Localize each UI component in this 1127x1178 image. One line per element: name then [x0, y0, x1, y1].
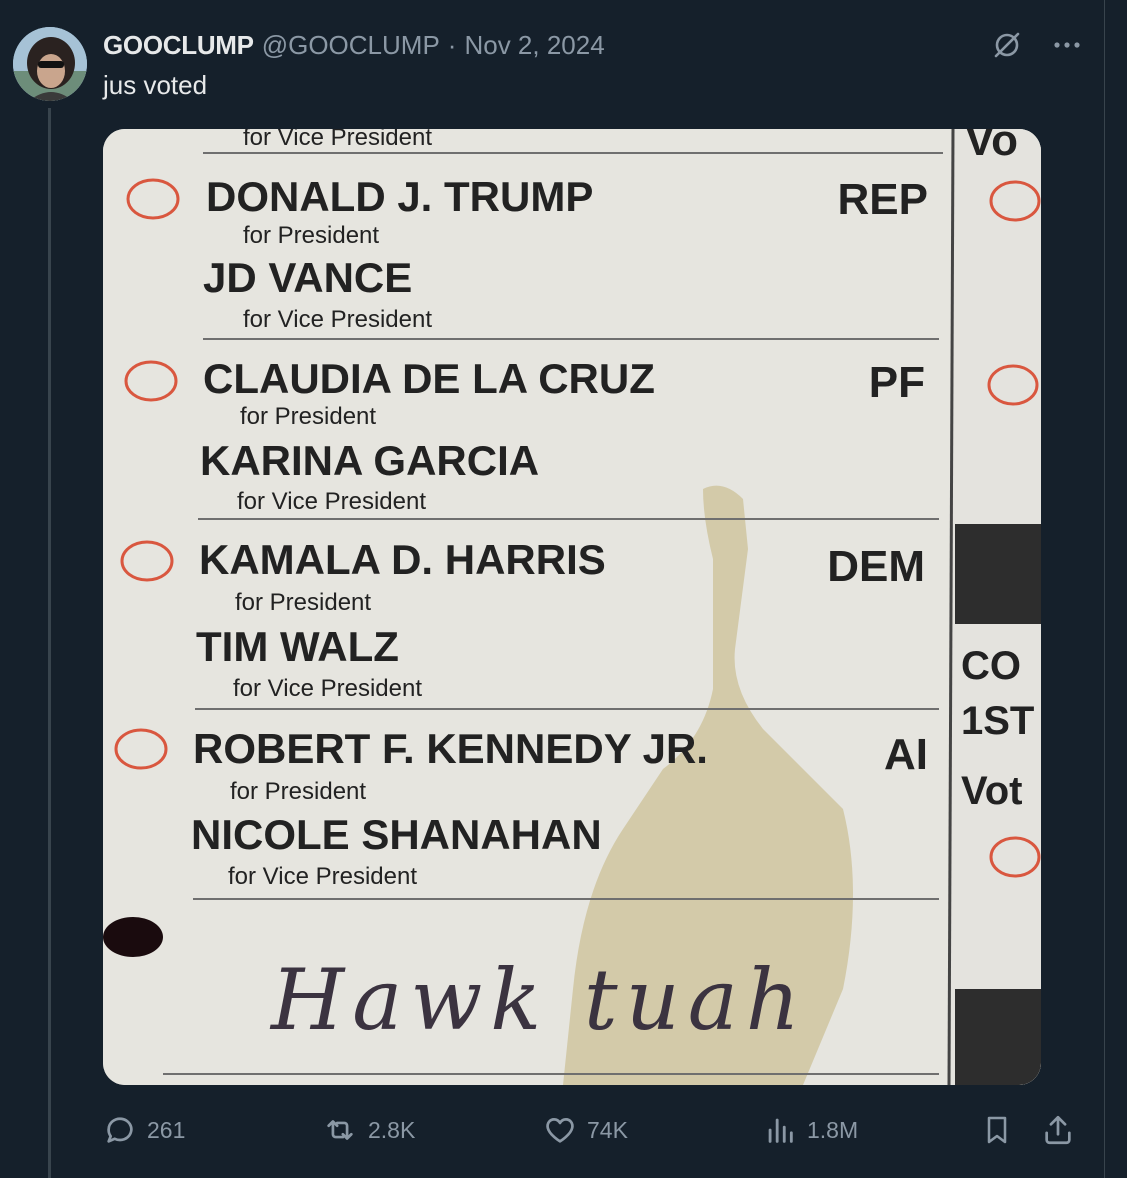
tweet-actions: 261 2.8K 74K 1.8M: [103, 1108, 1075, 1152]
like-count: 74K: [587, 1116, 628, 1143]
repost-button[interactable]: 2.8K: [322, 1108, 415, 1152]
heart-icon: [546, 1118, 574, 1143]
share-button[interactable]: [1041, 1108, 1075, 1152]
share-icon: [1045, 1115, 1071, 1145]
user-handle[interactable]: @GOOCLUMP: [262, 30, 440, 61]
reply-icon: [107, 1117, 133, 1143]
candidate-1-vice-role: for Vice President: [243, 306, 432, 333]
views-button[interactable]: 1.8M: [763, 1108, 858, 1152]
tweet-text: jus voted: [103, 70, 208, 100]
candidate-1-president: DONALD J. TRUMP: [206, 173, 593, 220]
candidate-4-vice: NICOLE SHANAHAN: [191, 811, 602, 858]
bookmark-button[interactable]: [981, 1108, 1013, 1152]
ballot-photo: for Vice President Vo DONALD J. TRUMP fo…: [103, 129, 1041, 1085]
candidate-4-president: ROBERT F. KENNEDY JR.: [193, 725, 708, 772]
write-in-text: Hawk tuah: [269, 951, 808, 1049]
views-count: 1.8M: [807, 1116, 859, 1143]
like-button[interactable]: 74K: [543, 1108, 628, 1152]
bookmark-icon: [987, 1116, 1007, 1144]
ballot-right-top: Vo: [965, 129, 1018, 165]
candidate-2-president-role: for President: [240, 403, 376, 430]
display-name[interactable]: GOOCLUMP: [103, 30, 254, 61]
reply-button[interactable]: 261: [103, 1108, 185, 1152]
candidate-4-vice-role: for Vice President: [228, 863, 417, 890]
separator-dot: ·: [447, 29, 457, 60]
repost-count: 2.8K: [368, 1116, 416, 1143]
avatar[interactable]: [13, 27, 87, 101]
candidate-3-vice-role: for Vice President: [233, 675, 422, 702]
grok-icon[interactable]: [990, 28, 1024, 62]
ballot-right-mid-2: 1ST: [961, 699, 1034, 743]
more-icon[interactable]: [1050, 28, 1084, 62]
candidate-1-vice: JD VANCE: [203, 254, 412, 301]
thread-line: [48, 108, 51, 1178]
candidate-4-party: AI: [884, 730, 928, 779]
tweet-media[interactable]: for Vice President Vo DONALD J. TRUMP fo…: [103, 129, 1041, 1085]
candidate-2-vice: KARINA GARCIA: [200, 437, 539, 484]
ballot-right-mid-1: CO: [961, 644, 1021, 688]
views-icon: [768, 1118, 793, 1143]
ballot-top-label: for Vice President: [243, 129, 432, 151]
candidate-1-president-role: for President: [243, 222, 379, 249]
timeline-border: [1104, 0, 1105, 1178]
avatar-image: [13, 27, 87, 101]
reply-count: 261: [147, 1116, 186, 1143]
candidate-3-president-role: for President: [235, 589, 371, 616]
candidate-1-party: REP: [838, 175, 928, 224]
candidate-2-president: CLAUDIA DE LA CRUZ: [203, 355, 655, 402]
candidate-3-party: DEM: [827, 542, 925, 591]
tweet-top-icons: [990, 28, 1084, 62]
repost-icon: [327, 1120, 353, 1140]
candidate-2-vice-role: for Vice President: [237, 488, 426, 515]
candidate-4-president-role: for President: [230, 778, 366, 805]
candidate-3-president: KAMALA D. HARRIS: [199, 536, 606, 583]
candidate-2-party: PF: [869, 358, 925, 407]
tweet-header: GOOCLUMP @GOOCLUMP · Nov 2, 2024: [103, 28, 605, 62]
tweet-date[interactable]: Nov 2, 2024: [464, 30, 604, 61]
ballot-right-mid-3: Vot: [961, 769, 1022, 813]
candidate-3-vice: TIM WALZ: [196, 623, 399, 670]
